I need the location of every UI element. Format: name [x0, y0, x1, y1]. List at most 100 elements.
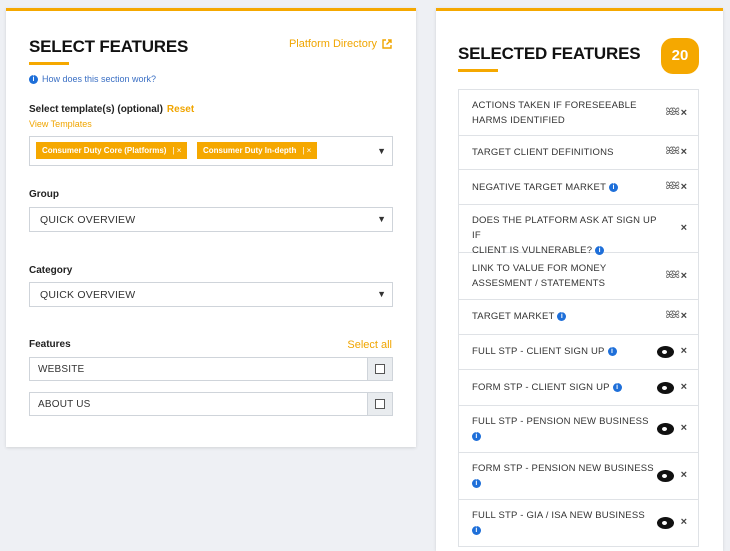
people-icon: ꕤꕤ: [665, 146, 680, 157]
platform-directory-label: Platform Directory: [288, 38, 377, 50]
selected-count-badge: 20: [661, 38, 699, 74]
selected-feature-item: FORM STP - PENSION NEW BUSINESS i ×: [458, 453, 699, 500]
eye-icon: [657, 382, 674, 394]
info-icon[interactable]: i: [609, 182, 619, 192]
feature-row-about-us[interactable]: ABOUT US: [29, 392, 393, 416]
feature-name: TARGET CLIENT DEFINITIONS: [472, 145, 647, 160]
selected-feature-item: FULL STP - GIA / ISA NEW BUSINESS i ×: [458, 500, 699, 547]
selected-feature-item: TARGET CLIENT DEFINITIONS ꕤꕤ ×: [458, 136, 699, 170]
template-multiselect[interactable]: Consumer Duty Core (Platforms) | × Consum…: [29, 136, 393, 166]
remove-icon[interactable]: ×: [681, 422, 687, 434]
feature-line-1: TARGET CLIENT DEFINITIONS: [472, 147, 614, 158]
eye-icon: [657, 517, 674, 529]
template-tag: Consumer Duty In-depth | ×: [197, 142, 318, 159]
eye-icon: [657, 346, 674, 358]
remove-icon[interactable]: ×: [681, 469, 687, 481]
feature-line-1: FULL STP - PENSION NEW BUSINESS: [472, 416, 649, 427]
feature-name: FORM STP - CLIENT SIGN UP i: [472, 380, 647, 395]
remove-tag-icon[interactable]: | ×: [302, 146, 311, 155]
group-select[interactable]: QUICK OVERVIEW ▼: [29, 207, 393, 232]
remove-icon[interactable]: ×: [681, 270, 687, 282]
feature-line-1: DOES THE PLATFORM ASK AT SIGN UP IF: [472, 215, 657, 241]
feature-name: FORM STP - PENSION NEW BUSINESS i: [472, 461, 667, 491]
select-all-link[interactable]: Select all: [347, 339, 392, 351]
info-icon[interactable]: i: [607, 346, 617, 356]
chevron-down-icon: ▼: [377, 289, 386, 299]
group-value: QUICK OVERVIEW: [40, 214, 136, 226]
feature-line-1: FORM STP - CLIENT SIGN UP: [472, 382, 610, 393]
remove-tag-icon[interactable]: | ×: [172, 146, 181, 155]
chevron-down-icon: ▼: [377, 146, 386, 156]
feature-name: FULL STP - PENSION NEW BUSINESS i: [472, 414, 667, 444]
info-icon: i: [29, 74, 38, 84]
group-label: Group: [29, 189, 59, 200]
category-value: QUICK OVERVIEW: [40, 289, 136, 301]
reset-button[interactable]: Reset: [167, 104, 194, 115]
feature-line-2: ASSESMENT / STATEMENTS: [472, 278, 606, 289]
eye-icon: [657, 470, 674, 482]
selected-feature-item: DOES THE PLATFORM ASK AT SIGN UP IF CLIEN…: [458, 205, 699, 256]
selected-feature-item: NEGATIVE TARGET MARKET i ꕤꕤ ×: [458, 170, 699, 205]
template-tag-label: Consumer Duty In-depth: [203, 146, 297, 155]
feature-name: NEGATIVE TARGET MARKET i: [472, 180, 647, 195]
remove-icon[interactable]: ×: [681, 310, 687, 322]
select-features-panel: SELECT FEATURES Platform Directory i How…: [6, 8, 416, 447]
remove-icon[interactable]: ×: [681, 146, 687, 158]
feature-label: ABOUT US: [38, 399, 91, 410]
help-link[interactable]: i How does this section work?: [29, 74, 156, 84]
selected-feature-item: ACTIONS TAKEN IF FORESEEABLE HARMS IDENTI…: [458, 89, 699, 136]
info-icon[interactable]: i: [557, 311, 567, 321]
selected-feature-item: FULL STP - PENSION NEW BUSINESS i ×: [458, 406, 699, 453]
category-label: Category: [29, 265, 73, 276]
select-features-title: SELECT FEATURES: [29, 37, 189, 56]
feature-line-1: FULL STP - GIA / ISA NEW BUSINESS: [472, 510, 645, 521]
feature-row-website[interactable]: WEBSITE: [29, 357, 393, 381]
selected-feature-item: TARGET MARKET i ꕤꕤ ×: [458, 300, 699, 335]
eye-icon: [657, 423, 674, 435]
feature-line-1: FORM STP - PENSION NEW BUSINESS: [472, 463, 654, 474]
feature-line-1: TARGET MARKET: [472, 311, 555, 322]
selected-feature-item: FULL STP - CLIENT SIGN UP i ×: [458, 335, 699, 370]
remove-icon[interactable]: ×: [681, 345, 687, 357]
info-icon[interactable]: i: [472, 478, 481, 488]
template-label: Select template(s) (optional): [29, 104, 163, 115]
chevron-down-icon: ▼: [377, 214, 386, 224]
info-icon[interactable]: i: [472, 431, 481, 441]
selected-features-list: ACTIONS TAKEN IF FORESEEABLE HARMS IDENTI…: [458, 89, 699, 547]
info-icon[interactable]: i: [612, 382, 622, 392]
remove-icon[interactable]: ×: [681, 107, 687, 119]
feature-line-1: ACTIONS TAKEN IF FORESEEABLE: [472, 100, 637, 111]
feature-name: ACTIONS TAKEN IF FORESEEABLE HARMS IDENTI…: [472, 98, 647, 128]
people-icon: ꕤꕤ: [665, 270, 680, 281]
remove-icon[interactable]: ×: [681, 181, 687, 193]
feature-checkbox[interactable]: [367, 358, 392, 380]
people-icon: ꕤꕤ: [665, 181, 680, 192]
feature-name: LINK TO VALUE FOR MONEY ASSESMENT / STATE…: [472, 261, 647, 291]
category-select[interactable]: QUICK OVERVIEW ▼: [29, 282, 393, 307]
feature-line-1: NEGATIVE TARGET MARKET: [472, 182, 607, 193]
selected-feature-item: LINK TO VALUE FOR MONEY ASSESMENT / STATE…: [458, 253, 699, 300]
external-link-icon: [382, 39, 392, 49]
people-icon: ꕤꕤ: [665, 107, 680, 118]
remove-icon[interactable]: ×: [681, 222, 687, 234]
template-label-row: Select template(s) (optional) Reset: [29, 104, 194, 115]
feature-line-2: HARMS IDENTIFIED: [472, 115, 565, 126]
people-icon: ꕤꕤ: [665, 310, 680, 321]
remove-icon[interactable]: ×: [681, 516, 687, 528]
remove-icon[interactable]: ×: [681, 381, 687, 393]
feature-label: WEBSITE: [38, 364, 85, 375]
feature-line-1: LINK TO VALUE FOR MONEY: [472, 263, 607, 274]
features-label: Features: [29, 339, 71, 350]
platform-directory-link[interactable]: Platform Directory: [289, 38, 392, 50]
feature-checkbox[interactable]: [367, 393, 392, 415]
feature-name: FULL STP - CLIENT SIGN UP i: [472, 344, 647, 359]
feature-name: FULL STP - GIA / ISA NEW BUSINESS i: [472, 508, 667, 538]
template-tag-label: Consumer Duty Core (Platforms): [42, 146, 167, 155]
view-templates-link[interactable]: View Templates: [29, 119, 92, 129]
feature-name: TARGET MARKET i: [472, 309, 647, 324]
feature-name: DOES THE PLATFORM ASK AT SIGN UP IF CLIEN…: [472, 213, 662, 258]
title-underline: [29, 62, 69, 65]
info-icon[interactable]: i: [472, 525, 481, 535]
template-tag: Consumer Duty Core (Platforms) | ×: [36, 142, 188, 159]
feature-line-1: FULL STP - CLIENT SIGN UP: [472, 346, 605, 357]
